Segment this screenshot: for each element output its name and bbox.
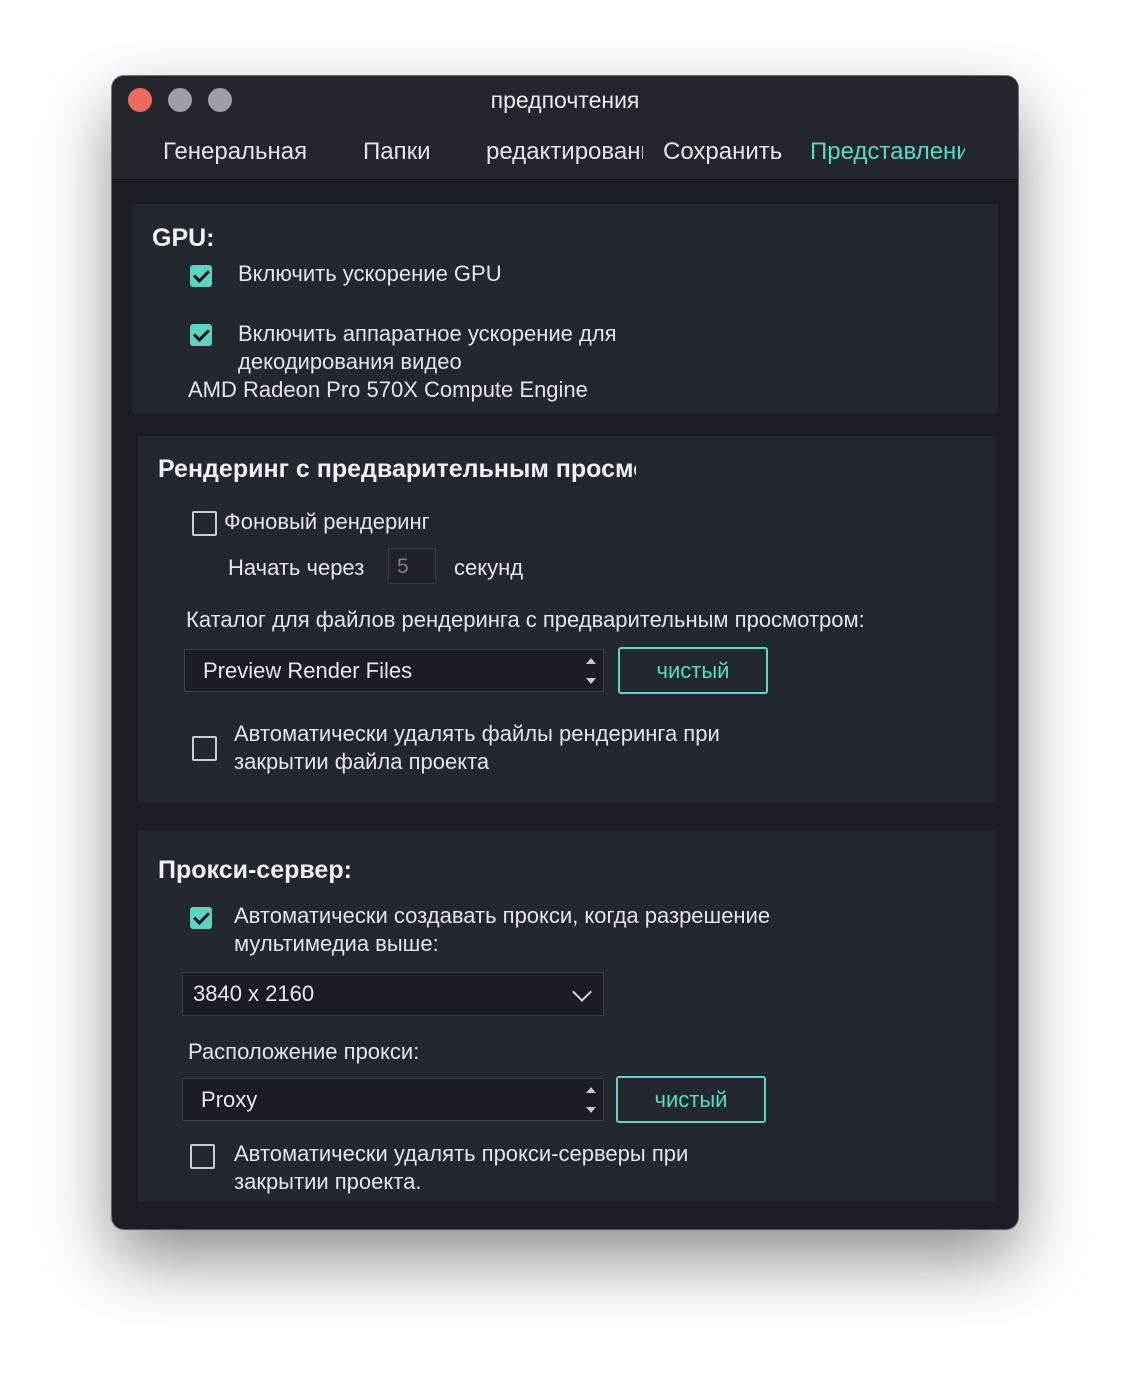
tab-general[interactable]: Генеральная: [163, 138, 307, 166]
enable-gpu-label: Включить ускорение GPU: [238, 261, 502, 286]
auto-create-proxy-line2: мультимедиа выше:: [234, 931, 439, 956]
proxy-heading: Прокси-сервер:: [158, 856, 352, 884]
auto-delete-render-line1: Автоматически удалять файлы рендеринга п…: [234, 721, 720, 746]
background-render-label: Фоновый рендеринг: [224, 509, 430, 534]
seconds-label: секунд: [454, 555, 524, 580]
tab-performance[interactable]: Представление: [810, 138, 965, 166]
auto-delete-render-line2: закрытии файла проекта: [234, 749, 490, 774]
render-catalog-value: Preview Render Files: [203, 657, 413, 683]
hw-decode-label-line2: декодирования видео: [238, 349, 462, 374]
clear-render-button[interactable]: чистый: [618, 647, 768, 694]
background-render-checkbox[interactable]: [192, 511, 217, 536]
render-heading: Рендеринг с предварительным просмотром:: [158, 455, 636, 483]
tab-bar: Генеральная Папки редактирование Сохрани…: [112, 122, 1018, 180]
gpu-heading: GPU:: [152, 224, 215, 252]
render-catalog-select[interactable]: Preview Render Files: [184, 649, 604, 692]
tab-save[interactable]: Сохранить: [663, 138, 782, 166]
start-after-label: Начать через: [228, 555, 365, 580]
proxy-panel: Прокси-сервер: Автоматически создавать п…: [138, 830, 996, 1202]
render-catalog-label: Каталог для файлов рендеринга с предвари…: [186, 607, 865, 632]
auto-delete-proxy-checkbox[interactable]: [190, 1144, 215, 1169]
chevron-down-icon: [572, 982, 592, 1002]
auto-create-proxy-checkbox[interactable]: [190, 907, 212, 929]
enable-gpu-checkbox[interactable]: [190, 265, 212, 287]
hw-decode-label-line1: Включить аппаратное ускорение для: [238, 321, 617, 346]
stepper-arrows-icon: [585, 1086, 597, 1114]
clear-proxy-button[interactable]: чистый: [616, 1076, 766, 1123]
hw-decode-checkbox[interactable]: [190, 324, 212, 346]
auto-create-proxy-line1: Автоматически создавать прокси, когда ра…: [234, 903, 771, 928]
gpu-panel: GPU: Включить ускорение GPU Включить апп…: [132, 204, 998, 413]
auto-delete-render-checkbox[interactable]: [192, 736, 217, 761]
render-preview-panel: Рендеринг с предварительным просмотром: …: [138, 436, 996, 803]
stepper-arrows-icon: [585, 657, 597, 685]
proxy-location-value: Proxy: [201, 1086, 258, 1112]
start-delay-input[interactable]: 5: [388, 548, 436, 584]
window-title: предпочтения: [490, 87, 640, 113]
proxy-resolution-value: 3840 x 2160: [193, 981, 315, 1006]
preferences-window: предпочтения Генеральная Папки редактиро…: [112, 76, 1018, 1229]
auto-delete-proxy-line1: Автоматически удалять прокси-серверы при: [234, 1141, 689, 1166]
auto-delete-proxy-line2: закрытии проекта.: [234, 1169, 422, 1194]
tab-folders[interactable]: Папки: [363, 138, 431, 166]
proxy-resolution-select[interactable]: 3840 x 2160: [182, 972, 604, 1016]
tab-editing[interactable]: редактирование: [486, 138, 643, 166]
gpu-device-name: AMD Radeon Pro 570X Compute Engine: [188, 377, 588, 402]
proxy-location-select[interactable]: Proxy: [182, 1078, 604, 1121]
proxy-location-label: Расположение прокси:: [188, 1039, 420, 1064]
title-bar: предпочтения: [112, 76, 1018, 122]
